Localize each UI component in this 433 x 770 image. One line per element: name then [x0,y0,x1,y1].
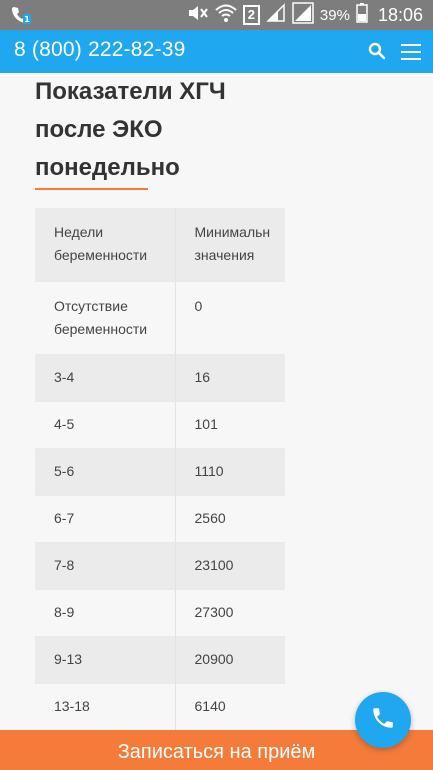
signal-icon [266,2,286,28]
battery-icon [356,2,368,28]
svg-text:1: 1 [24,15,30,24]
table-row: Отсутствие беременности 0 [35,281,285,355]
header-cell-min: Минимальн значения [175,208,285,282]
table-row: 7-8 23100 [35,542,285,590]
sim-slot-badge: 2 [242,5,260,25]
min-value-cell: 6140 [175,683,285,730]
call-button[interactable] [355,692,411,748]
week-cell: 6-7 [35,495,176,543]
min-value-cell: 23100 [175,542,285,590]
min-value-cell: 27300 [175,589,285,637]
hamburger-menu-icon[interactable] [400,42,422,62]
table-header-row: Недели беременности Минимальн значения [35,208,285,282]
article-content: Показатели ХГЧ после ЭКО понедельно Неде… [0,73,433,730]
table-row: 4-5 101 [35,401,285,449]
table-row: 3-4 16 [35,354,285,402]
hcg-table: Недели беременности Минимальн значения Отс… [35,208,285,730]
title-underline [35,188,148,190]
table-row: 5-6 1110 [35,448,285,496]
week-cell: 13-18 [35,683,176,730]
min-value-cell: 2560 [175,495,285,543]
header-phone-link[interactable]: 8 (800) 222-82-39 [14,38,186,62]
mute-icon [187,3,209,28]
article-title-line: понедельно [35,154,180,181]
week-cell: 3-4 [35,354,176,402]
wifi-icon [215,3,237,28]
battery-percent: 39% [319,6,350,24]
week-cell: 9-13 [35,636,176,684]
min-value-cell: 20900 [175,636,285,684]
search-icon[interactable] [366,40,388,62]
week-cell: Отсутствие беременности [35,281,176,355]
phone-icon [370,705,396,736]
min-value-cell: 0 [175,281,285,355]
missed-call-icon: 1 [10,4,32,31]
min-value-cell: 101 [175,401,285,449]
table-row: 13-18 6140 [35,683,285,730]
article-title-line: Показатели ХГЧ [35,78,226,105]
status-bar: 1 2 39% 18:06 [0,0,433,30]
header-cell-weeks: Недели беременности [35,208,176,282]
table-row: 8-9 27300 [35,589,285,637]
week-cell: 4-5 [35,401,176,449]
table-row: 9-13 20900 [35,636,285,684]
min-value-cell: 1110 [175,448,285,496]
table-row: 6-7 2560 [35,495,285,543]
article-title-line: после ЭКО [35,116,163,143]
week-cell: 7-8 [35,542,176,590]
week-cell: 5-6 [35,448,176,496]
min-value-cell: 16 [175,354,285,402]
week-cell: 8-9 [35,589,176,637]
signal-icon-2 [292,1,314,29]
status-time: 18:06 [377,4,423,25]
app-header: 8 (800) 222-82-39 [0,30,433,73]
article-title: Показатели ХГЧ после ЭКО понедельно [35,73,295,187]
